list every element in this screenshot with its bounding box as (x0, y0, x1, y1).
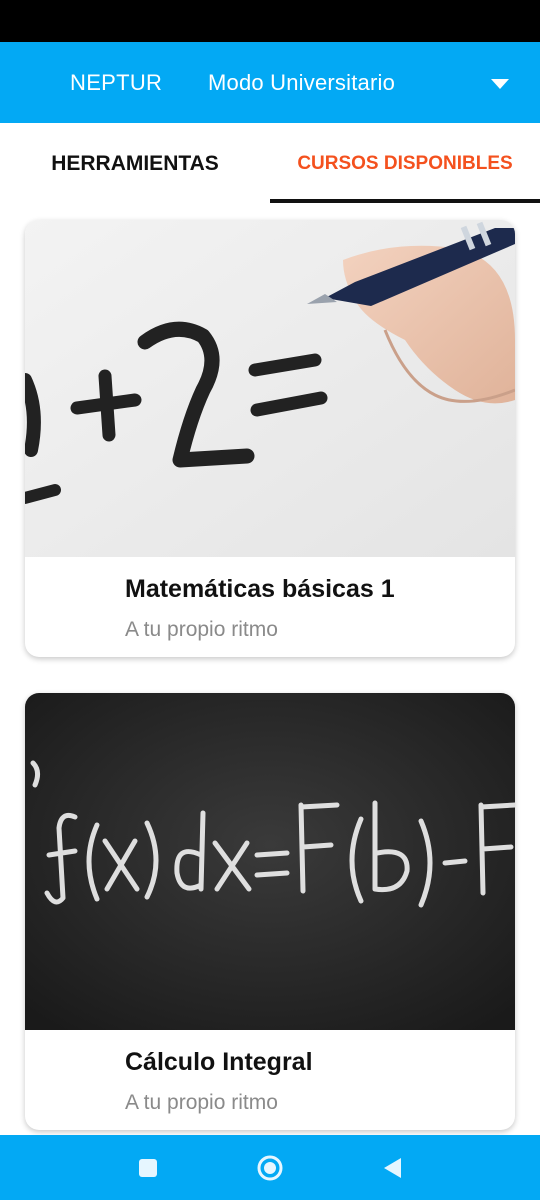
course-subtitle: A tu propio ritmo (125, 1091, 278, 1114)
course-card[interactable]: Matemáticas básicas 1 A tu propio ritmo (25, 220, 515, 657)
system-navigation-bar (0, 1135, 540, 1200)
home-button[interactable] (255, 1153, 285, 1183)
app-bar: NEPTUR Modo Universitario (0, 42, 540, 123)
recents-button[interactable] (133, 1153, 163, 1183)
back-button[interactable] (377, 1153, 407, 1183)
tab-bar: HERRAMIENTAS CURSOS DISPONIBLES (0, 123, 540, 205)
course-title: Cálculo Integral (125, 1048, 313, 1076)
square-icon (139, 1159, 157, 1177)
course-title: Matemáticas básicas 1 (125, 575, 395, 603)
triangle-down-icon (491, 79, 509, 89)
course-card[interactable]: Cálculo Integral A tu propio ritmo (25, 693, 515, 1130)
mode-selector[interactable]: Modo Universitario (208, 70, 395, 96)
status-bar (0, 0, 540, 42)
course-subtitle: A tu propio ritmo (125, 618, 278, 641)
circle-icon (257, 1155, 283, 1181)
course-image-math-basics (25, 220, 515, 557)
tab-indicator (270, 199, 540, 203)
tab-cursos-disponibles[interactable]: CURSOS DISPONIBLES (270, 123, 540, 205)
triangle-left-icon (384, 1158, 401, 1178)
course-image-integral-calculus (25, 693, 515, 1030)
tab-herramientas[interactable]: HERRAMIENTAS (0, 123, 270, 205)
mode-dropdown-button[interactable] (480, 70, 520, 98)
app-title: NEPTUR (70, 70, 163, 95)
